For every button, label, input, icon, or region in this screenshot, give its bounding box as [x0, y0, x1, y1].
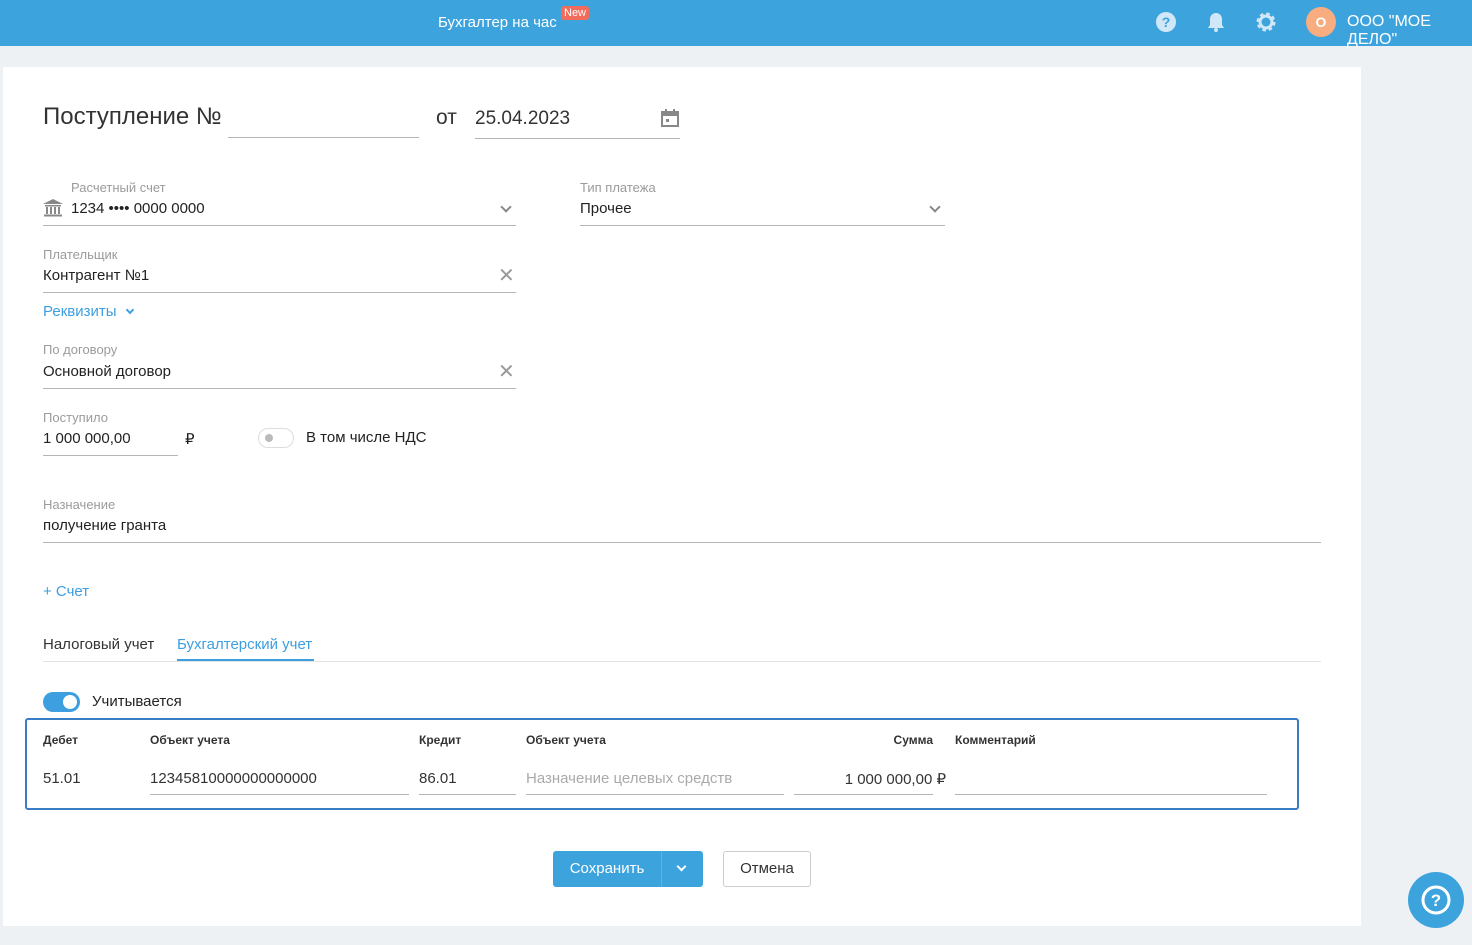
debit-object-input[interactable]: 12345810000000000000: [150, 770, 317, 787]
page-title: Поступление №: [43, 103, 222, 130]
credit-input[interactable]: 86.01: [419, 770, 457, 787]
save-button-group: Сохранить: [553, 851, 703, 887]
received-label: Поступило: [43, 410, 108, 425]
payer-input[interactable]: Контрагент №1: [43, 267, 149, 284]
top-bar: Бухгалтер на час New ? О ООО "МОЕ ДЕЛО": [0, 0, 1472, 49]
calendar-icon[interactable]: [660, 108, 680, 128]
payment-type-label: Тип платежа: [580, 180, 656, 195]
date-underline: [475, 138, 680, 139]
col-comment: Комментарий: [955, 733, 1036, 747]
entries-table: [25, 718, 1299, 810]
help-chat-button[interactable]: ?: [1408, 872, 1464, 928]
sum-underline: [794, 794, 933, 795]
debit-object-underline: [150, 794, 409, 795]
new-badge: New: [561, 6, 590, 20]
sum-input[interactable]: 1 000 000,00 ₽: [794, 770, 946, 788]
cancel-button[interactable]: Отмена: [723, 851, 811, 887]
received-amount-input[interactable]: 1 000 000,00: [43, 430, 131, 447]
credit-underline: [419, 794, 516, 795]
svg-text:?: ?: [1431, 891, 1441, 910]
currency-label: ₽: [185, 431, 195, 448]
received-underline: [43, 455, 178, 456]
active-tab-indicator: [177, 659, 314, 661]
debit-value: 51.01: [43, 770, 81, 787]
comment-underline: [955, 794, 1267, 795]
avatar[interactable]: О: [1306, 7, 1336, 37]
help-icon[interactable]: ?: [1155, 11, 1177, 33]
accounted-label: Учитывается: [92, 693, 182, 710]
credit-object-underline: [526, 794, 784, 795]
save-options-chevron-icon[interactable]: [676, 861, 687, 872]
purpose-label: Назначение: [43, 497, 116, 512]
contract-input[interactable]: Основной договор: [43, 363, 171, 380]
clear-contract-icon[interactable]: ✕: [498, 359, 515, 384]
tabs-divider: [43, 661, 1321, 662]
details-link[interactable]: Реквизиты: [43, 303, 117, 320]
credit-object-input[interactable]: Назначение целевых средств: [526, 770, 732, 787]
payer-label: Плательщик: [43, 247, 118, 262]
col-debit-object: Объект учета: [150, 733, 230, 747]
account-label: Расчетный счет: [71, 180, 166, 195]
account-select[interactable]: 1234 •••• 0000 0000: [71, 200, 205, 217]
date-input[interactable]: 25.04.2023: [475, 108, 570, 130]
from-label: от: [436, 106, 457, 129]
document-number-input[interactable]: [228, 108, 419, 138]
payment-type-select[interactable]: Прочее: [580, 200, 632, 217]
bell-icon[interactable]: [1205, 11, 1227, 33]
payer-underline: [43, 292, 516, 293]
col-credit-object: Объект учета: [526, 733, 606, 747]
contract-underline: [43, 388, 516, 389]
tab-tax-accounting[interactable]: Налоговый учет: [43, 636, 154, 653]
save-button[interactable]: Сохранить: [553, 860, 661, 877]
account-underline: [43, 225, 516, 226]
svg-text:?: ?: [1162, 14, 1171, 30]
accountant-service-link[interactable]: Бухгалтер на час: [438, 14, 557, 31]
col-credit: Кредит: [419, 733, 462, 747]
vat-toggle[interactable]: [258, 428, 294, 448]
bank-icon: [43, 199, 63, 217]
col-debit: Дебет: [43, 733, 79, 747]
accounted-toggle[interactable]: [43, 692, 80, 712]
purpose-underline: [43, 542, 1321, 543]
add-invoice-link[interactable]: + Счет: [43, 583, 89, 600]
vat-label: В том числе НДС: [306, 429, 427, 446]
button-divider: [661, 851, 662, 887]
col-sum: Сумма: [893, 733, 933, 747]
contract-label: По договору: [43, 342, 118, 357]
payment-type-underline: [580, 225, 945, 226]
purpose-input[interactable]: получение гранта: [43, 517, 166, 534]
clear-payer-icon[interactable]: ✕: [498, 263, 515, 288]
tab-bookkeeping[interactable]: Бухгалтерский учет: [177, 636, 312, 653]
gear-icon[interactable]: [1255, 11, 1277, 33]
company-name[interactable]: ООО "МОЕ ДЕЛО": [1347, 13, 1472, 49]
